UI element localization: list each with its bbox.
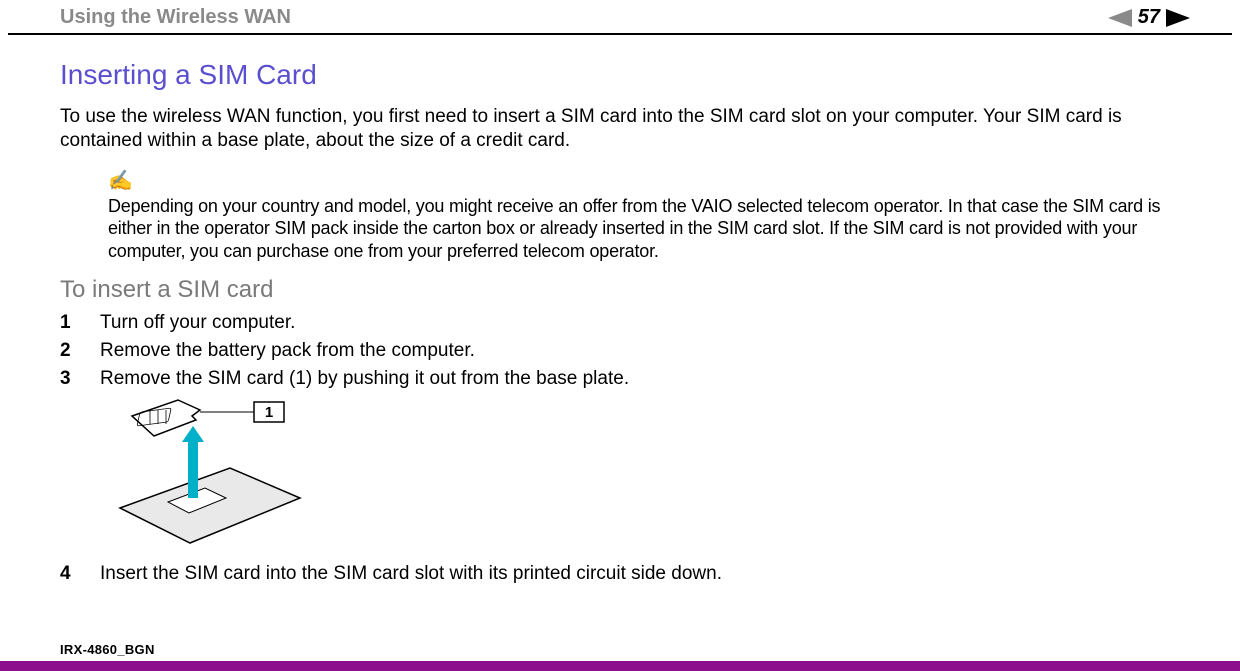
page-content: Inserting a SIM Card To use the wireless… [0,35,1240,585]
procedure-heading: To insert a SIM card [60,276,1180,304]
sim-card-illustration: 1 [100,398,320,548]
page-heading: Inserting a SIM Card [60,59,1180,91]
procedure-steps-contd: 4 Insert the SIM card into the SIM card … [60,563,1180,585]
page-nav: 57 [1108,6,1190,29]
nav-prev-icon[interactable] [1108,9,1132,27]
step-text: Remove the SIM card (1) by pushing it ou… [100,368,629,390]
page-number: 57 [1138,6,1160,29]
step-text: Insert the SIM card into the SIM card sl… [100,563,722,585]
step-item: 1 Turn off your computer. [60,312,1180,334]
step-number: 3 [60,368,100,390]
doc-id-footer: IRX-4860_BGN [60,642,155,657]
step-text: Remove the battery pack from the compute… [100,340,475,362]
step-text: Turn off your computer. [100,312,295,334]
sim-card-figure: 1 [100,398,1180,553]
callout-label: 1 [265,404,273,421]
nav-next-icon[interactable] [1166,9,1190,27]
step-number: 4 [60,563,100,585]
step-number: 1 [60,312,100,334]
page-header: Using the Wireless WAN 57 [0,0,1240,33]
note-icon: ✍ [108,168,1180,193]
section-title: Using the Wireless WAN [60,6,1108,29]
step-item: 3 Remove the SIM card (1) by pushing it … [60,368,1180,390]
document-page: Using the Wireless WAN 57 Inserting a SI… [0,0,1240,671]
note-block: ✍ Depending on your country and model, y… [60,168,1180,263]
footer-accent-bar [0,661,1240,671]
step-number: 2 [60,340,100,362]
procedure-steps: 1 Turn off your computer. 2 Remove the b… [60,312,1180,390]
step-item: 2 Remove the battery pack from the compu… [60,340,1180,362]
base-plate-shape [120,468,300,543]
note-text: Depending on your country and model, you… [108,195,1180,263]
step-item: 4 Insert the SIM card into the SIM card … [60,563,1180,585]
intro-paragraph: To use the wireless WAN function, you fi… [60,105,1180,154]
